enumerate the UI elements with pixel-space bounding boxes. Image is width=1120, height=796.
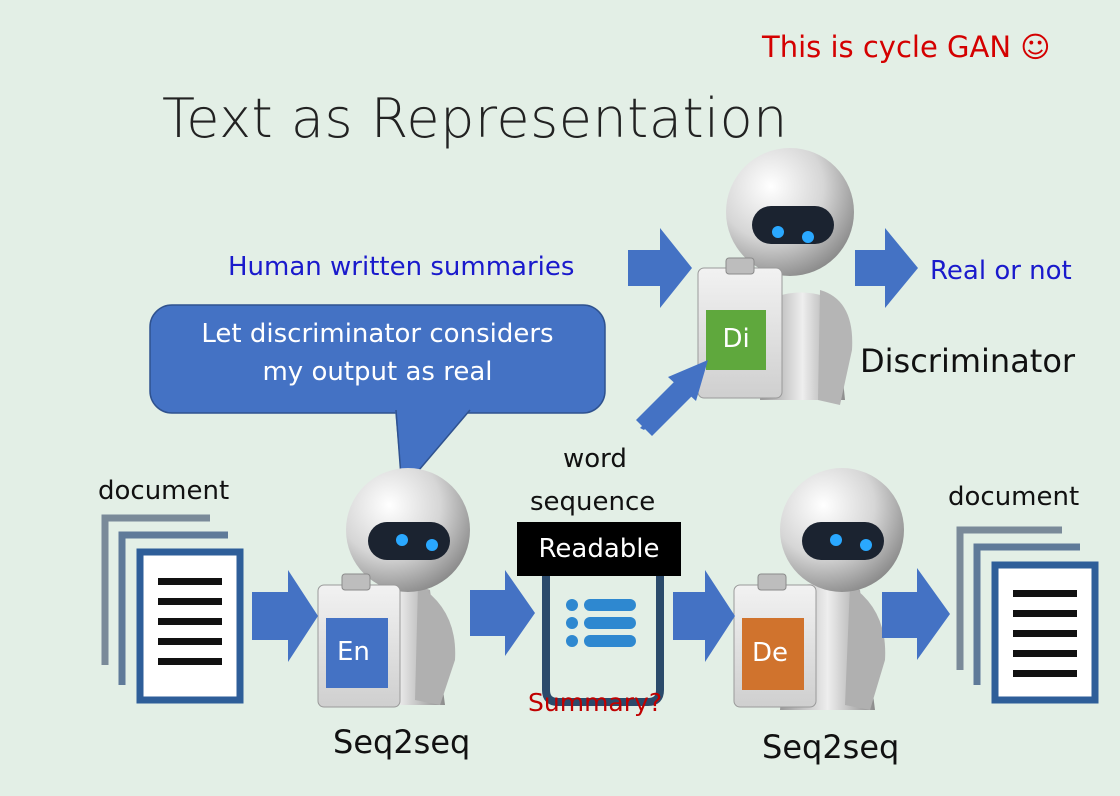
arrow-icon xyxy=(252,570,318,662)
robot-icon xyxy=(733,468,904,710)
decoder-tag: De xyxy=(752,638,789,668)
arrow-icon xyxy=(470,570,535,656)
document-label-right: document xyxy=(948,482,1080,512)
word-sequence-label-line2: sequence xyxy=(530,487,656,517)
document-stack-icon xyxy=(956,526,1099,704)
human-summaries-label: Human written summaries xyxy=(228,252,575,282)
discriminator-label: Discriminator xyxy=(860,342,1076,380)
encoder-tag: En xyxy=(337,637,370,667)
arrow-icon xyxy=(636,360,708,436)
summary-question-label: Summary? xyxy=(528,688,663,717)
readable-badge: Readable xyxy=(517,522,681,576)
word-sequence-label-line1: word xyxy=(563,444,627,474)
robot-icon xyxy=(317,468,470,708)
seq2seq-label-right: Seq2seq xyxy=(762,728,900,766)
diagram-graphics xyxy=(101,148,1099,710)
robot-icon xyxy=(697,148,854,405)
real-or-not-label: Real or not xyxy=(930,256,1072,286)
speech-bubble: Let discriminator considers my output as… xyxy=(165,316,590,391)
document-stack-icon xyxy=(101,514,244,704)
slide: Text as Representation This is cycle GAN… xyxy=(0,0,1120,796)
arrow-icon xyxy=(673,570,735,662)
speech-bubble-line: Let discriminator considers xyxy=(201,319,554,349)
document-label-left: document xyxy=(98,476,230,506)
summary-list-icon xyxy=(542,574,664,706)
speech-bubble-line: my output as real xyxy=(262,356,493,387)
arrow-icon xyxy=(628,228,692,308)
arrow-icon xyxy=(882,568,950,660)
discriminator-tag: Di xyxy=(722,324,750,354)
seq2seq-label-left: Seq2seq xyxy=(333,723,471,761)
arrow-icon xyxy=(855,228,918,308)
